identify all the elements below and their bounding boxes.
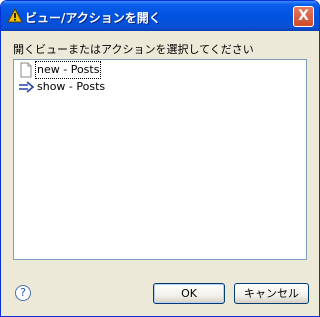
view-action-list[interactable]: new - Posts show - Posts (13, 59, 307, 260)
close-button[interactable]: X (293, 6, 314, 27)
action-arrow-icon (19, 81, 34, 93)
help-icon[interactable]: ? (15, 285, 31, 301)
cancel-button[interactable]: キャンセル (234, 283, 309, 304)
title-bar: ビュー/アクションを開く X (1, 1, 319, 31)
file-icon (20, 62, 32, 78)
list-item-label: show - Posts (37, 80, 106, 93)
open-view-dialog: ビュー/アクションを開く X 開くビューまたはアクションを選択してください ne… (0, 0, 320, 317)
dialog-body: 開くビューまたはアクションを選択してください new - Posts show … (4, 31, 316, 313)
window-title: ビュー/アクションを開く (25, 11, 161, 25)
ok-button[interactable]: OK (153, 283, 225, 304)
prompt-label: 開くビューまたはアクションを選択してください (13, 43, 254, 56)
list-item-label: new - Posts (34, 61, 102, 79)
warning-icon (7, 8, 23, 23)
